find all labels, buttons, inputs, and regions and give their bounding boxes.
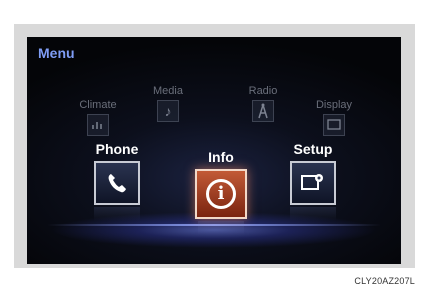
menu-item-info[interactable]: Info i — [186, 149, 256, 235]
menu-item-label: Display — [315, 99, 353, 111]
menu-item-setup[interactable]: Setup — [283, 141, 343, 221]
radio-tower-icon — [252, 100, 274, 122]
menu-item-label: Phone — [95, 141, 139, 157]
menu-item-radio[interactable]: Radio — [243, 85, 283, 122]
setup-icon — [301, 174, 323, 190]
tile-reflection — [94, 207, 140, 221]
tile-reflection — [290, 207, 336, 221]
menu-title: Menu — [38, 45, 75, 61]
menu-item-label: Media — [153, 85, 183, 97]
figure-caption: CLY20AZ207L — [354, 276, 415, 286]
tile-reflection — [198, 221, 244, 235]
setup-tile[interactable] — [290, 161, 336, 205]
menu-item-climate[interactable]: Climate — [73, 99, 123, 136]
menu-item-media[interactable]: Media ♪ — [148, 85, 188, 122]
info-tile-selected[interactable]: i — [195, 169, 247, 219]
menu-item-phone[interactable]: Phone — [87, 141, 147, 221]
menu-screen: Menu Climate Media ♪ Radio Display Phone — [27, 37, 401, 264]
menu-item-label: Radio — [248, 85, 278, 97]
phone-tile[interactable] — [94, 161, 140, 205]
menu-item-label: Info — [208, 149, 234, 165]
menu-item-display[interactable]: Display — [309, 99, 359, 136]
menu-item-label: Climate — [79, 99, 117, 111]
menu-item-label: Setup — [293, 141, 333, 157]
music-note-icon: ♪ — [157, 100, 179, 122]
phone-icon — [108, 174, 126, 193]
climate-icon — [87, 114, 109, 136]
info-icon: i — [206, 179, 236, 209]
display-icon — [323, 114, 345, 136]
